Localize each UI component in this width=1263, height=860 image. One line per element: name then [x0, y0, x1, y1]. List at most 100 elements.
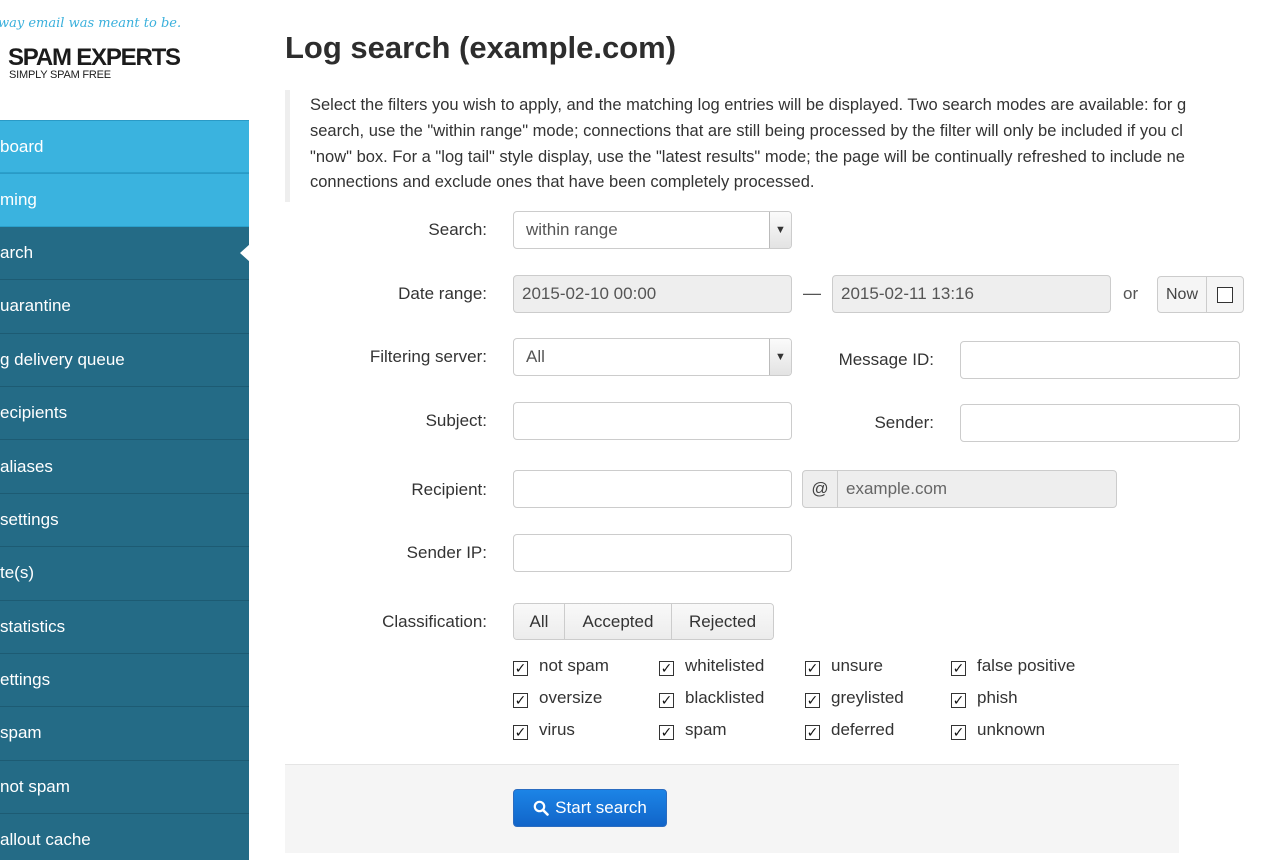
date-range-label: Date range: — [398, 284, 487, 303]
description-line: search, use the "within range" mode; con… — [310, 121, 1183, 140]
checkbox-virus[interactable]: ✓ virus — [513, 720, 575, 740]
brand-tagline: way email was meant to be. — [0, 16, 182, 31]
search-mode-value: within range — [526, 220, 618, 239]
checkbox-greylisted[interactable]: ✓ greylisted — [805, 688, 904, 708]
sender-label: Sender: — [874, 413, 934, 432]
page-title: Log search (example.com) — [285, 30, 677, 65]
checkbox-label: spam — [685, 720, 727, 739]
date-from-input[interactable]: 2015-02-10 00:00 — [513, 275, 792, 313]
checkmark-icon[interactable]: ✓ — [659, 660, 674, 676]
brand-logo[interactable]: SPAM EXPERTS — [8, 44, 181, 72]
checkbox-label: oversize — [539, 688, 603, 707]
sidebar-item-log-search[interactable]: arch — [0, 226, 250, 281]
description-line: Select the filters you wish to apply, an… — [310, 96, 1187, 114]
checkmark-icon[interactable]: ✓ — [659, 724, 674, 740]
now-label: Now — [1158, 277, 1207, 312]
sidebar: way email was meant to be. SPAM EXPERTS … — [0, 0, 250, 860]
sidebar-item-statistics[interactable]: statistics — [0, 600, 249, 654]
sidebar-item-incoming[interactable]: ming — [0, 173, 249, 227]
checkbox-not-spam[interactable]: ✓ not spam — [513, 656, 609, 676]
brand-slogan: SIMPLY SPAM FREE — [9, 69, 111, 81]
subject-label: Subject: — [425, 411, 487, 430]
checkmark-icon[interactable]: ✓ — [513, 724, 528, 740]
recipient-domain: example.com — [846, 479, 948, 498]
checkbox-whitelisted[interactable]: ✓ whitelisted — [659, 656, 764, 676]
sidebar-item-label: not spam — [0, 776, 70, 796]
checkmark-icon[interactable]: ✓ — [951, 660, 966, 676]
checkbox-deferred[interactable]: ✓ deferred — [805, 720, 894, 740]
checkbox-label: greylisted — [831, 688, 904, 707]
filtering-server-select[interactable]: All ▼ — [513, 338, 792, 376]
message-id-input[interactable] — [960, 341, 1240, 379]
classification-rejected-button[interactable]: Rejected — [672, 604, 773, 639]
classification-all-button[interactable]: All — [514, 604, 565, 639]
checkmark-icon[interactable]: ✓ — [805, 660, 820, 676]
checkbox-oversize[interactable]: ✓ oversize — [513, 688, 602, 708]
checkbox-label: whitelisted — [685, 656, 765, 675]
checkbox-label: deferred — [831, 720, 895, 739]
date-range-separator: — — [803, 283, 821, 303]
sidebar-item-dashboard[interactable]: board — [0, 120, 249, 174]
subject-input[interactable] — [513, 402, 792, 440]
checkbox-spam[interactable]: ✓ spam — [659, 720, 727, 740]
checkmark-icon[interactable]: ✓ — [659, 692, 674, 708]
now-toggle[interactable]: Now — [1157, 276, 1244, 313]
filtering-server-value: All — [526, 347, 545, 366]
classification-button-group: All Accepted Rejected — [513, 603, 774, 640]
checkbox-blacklisted[interactable]: ✓ blacklisted — [659, 688, 764, 708]
sidebar-item-routes[interactable]: te(s) — [0, 547, 249, 601]
sidebar-item-label: aliases — [0, 456, 53, 476]
description-line: "now" box. For a "log tail" style displa… — [310, 147, 1185, 166]
date-to-input[interactable]: 2015-02-11 13:16 — [832, 275, 1111, 313]
sidebar-item-label: allout cache — [0, 830, 91, 850]
start-search-label: Start search — [555, 798, 647, 817]
checkbox-unknown[interactable]: ✓ unknown — [951, 720, 1045, 740]
now-checkbox[interactable] — [1217, 286, 1233, 303]
checkmark-icon[interactable]: ✓ — [805, 724, 820, 740]
sidebar-item-report-spam[interactable]: spam — [0, 707, 249, 761]
form-actions-bar — [285, 764, 1179, 853]
checkbox-label: not spam — [539, 656, 609, 675]
checkbox-label: phish — [977, 688, 1018, 707]
sidebar-item-label: ecipients — [0, 403, 68, 423]
chevron-down-icon: ▼ — [769, 212, 791, 248]
checkmark-icon[interactable]: ✓ — [513, 692, 528, 708]
sidebar-item-recipients[interactable]: ecipients — [0, 386, 249, 441]
start-search-button[interactable]: Start search — [513, 789, 667, 827]
sender-input[interactable] — [960, 404, 1240, 442]
sidebar-item-report-not-spam[interactable]: not spam — [0, 760, 249, 815]
checkmark-icon[interactable]: ✓ — [951, 724, 966, 740]
checkbox-label: virus — [539, 720, 575, 739]
search-mode-select[interactable]: within range ▼ — [513, 211, 792, 249]
sidebar-item-label: ettings — [0, 670, 51, 690]
recipient-label: Recipient: — [411, 480, 487, 499]
sender-ip-input[interactable] — [513, 534, 792, 572]
sidebar-item-settings[interactable]: settings — [0, 493, 249, 548]
sidebar-item-other-settings[interactable]: ettings — [0, 653, 249, 708]
or-text: or — [1123, 284, 1139, 303]
checkbox-unsure[interactable]: ✓ unsure — [805, 656, 883, 676]
classification-accepted-button[interactable]: Accepted — [565, 604, 672, 639]
filtering-server-label: Filtering server: — [369, 347, 487, 366]
sidebar-item-quarantine[interactable]: uarantine — [0, 280, 249, 334]
search-mode-label: Search: — [428, 220, 487, 239]
checkbox-label: unknown — [977, 720, 1046, 739]
classification-label: Classification: — [382, 612, 487, 631]
checkbox-label: blacklisted — [685, 688, 765, 707]
checkbox-false-positive[interactable]: ✓ false positive — [951, 656, 1075, 676]
sidebar-item-label: board — [0, 136, 44, 156]
sidebar-item-label: ming — [0, 190, 37, 210]
checkmark-icon[interactable]: ✓ — [951, 692, 966, 708]
checkmark-icon[interactable]: ✓ — [805, 692, 820, 708]
sidebar-item-label: settings — [0, 509, 59, 529]
sidebar-item-delivery-queue[interactable]: g delivery queue — [0, 333, 249, 387]
checkbox-phish[interactable]: ✓ phish — [951, 688, 1018, 708]
at-sign: @ — [803, 471, 838, 507]
recipient-input[interactable] — [513, 470, 792, 508]
sidebar-item-label: uarantine — [0, 296, 71, 316]
checkmark-icon[interactable]: ✓ — [513, 660, 528, 676]
message-id-label: Message ID: — [838, 350, 934, 369]
sidebar-item-aliases[interactable]: aliases — [0, 440, 249, 494]
sidebar-item-callout-cache[interactable]: allout cache — [0, 814, 249, 860]
sidebar-item-label: arch — [0, 242, 34, 262]
